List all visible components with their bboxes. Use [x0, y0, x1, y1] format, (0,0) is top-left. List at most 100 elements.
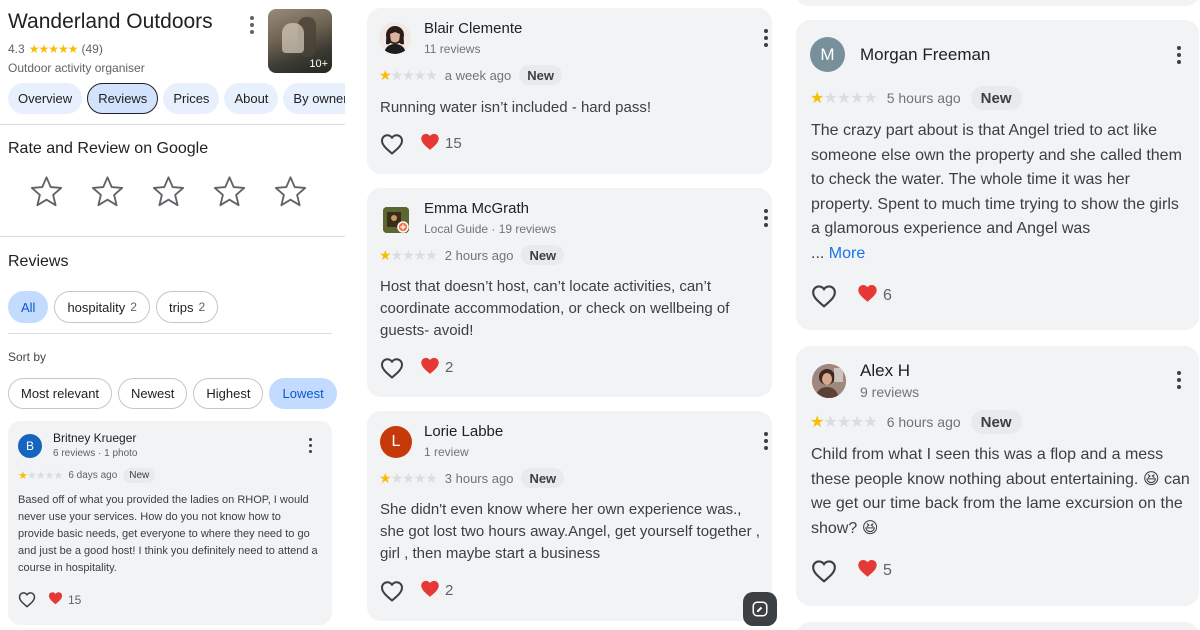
avatar[interactable] [812, 364, 846, 398]
rate-star-5-icon[interactable] [272, 173, 309, 210]
review-more-options-icon[interactable] [759, 208, 773, 228]
new-badge: New [521, 245, 565, 265]
reviewer-name[interactable]: Alex H [860, 361, 910, 381]
review-card: Alex H 9 reviews ★ ★★★★ 6 hours ago New C… [796, 346, 1199, 606]
heart-count: 2 [445, 582, 454, 599]
reviewer-meta: Local Guide · 19 reviews [424, 222, 557, 236]
more-link[interactable]: More [829, 245, 865, 262]
like-icon[interactable] [811, 559, 837, 583]
heart-count: 5 [883, 561, 892, 579]
review-text-block: The crazy part about is that Angel tried… [811, 119, 1189, 266]
review-rating: ★ ★★★★ 2 hours ago New [379, 245, 565, 265]
tab-overview[interactable]: Overview [8, 83, 83, 114]
review-more-options-icon[interactable] [1172, 370, 1186, 390]
filter-label: trips [168, 299, 194, 315]
sort-highest[interactable]: Highest [193, 378, 264, 409]
business-review-count[interactable]: (49) [81, 42, 102, 56]
feedback-icon [752, 601, 768, 617]
rating-stars: ★ ★★★★ [379, 469, 438, 486]
review-card: B Britney Krueger 6 reviews · 1 photo ★ ★… [8, 421, 332, 625]
review-more-options-icon[interactable] [759, 28, 773, 48]
review-more-options-icon[interactable] [1172, 45, 1186, 65]
rate-star-2-icon[interactable] [89, 173, 126, 210]
heart-reaction[interactable]: 6 [857, 283, 892, 308]
sort-options: Most relevant Newest Highest Lowest [8, 378, 337, 409]
avatar-letter: M [820, 44, 835, 64]
review-time: a week ago [444, 67, 512, 83]
reviewer-name[interactable]: Emma McGrath [424, 200, 529, 217]
review-text: Running water isn’t included - hard pass… [380, 99, 651, 116]
review-rating: ★ ★★★★ 6 days ago New [18, 468, 156, 483]
review-rating: ★ ★★★★ 5 hours ago New [810, 86, 1022, 110]
review-text: Child from what I seen this was a flop a… [811, 446, 1164, 488]
reviewer-name[interactable]: Britney Krueger [53, 431, 136, 445]
reviewer-meta: 9 reviews [860, 384, 920, 400]
like-icon[interactable] [811, 284, 837, 308]
review-text-block: Child from what I seen this was a flop a… [811, 443, 1191, 541]
filter-all[interactable]: All [8, 291, 49, 323]
business-rating-row: 4.3 ★★★★★ (49) [8, 42, 103, 56]
business-rating-stars: ★★★★★ [28, 42, 79, 56]
review-card-partial [796, 622, 1199, 630]
divider [8, 333, 332, 334]
tab-reviews[interactable]: Reviews [87, 83, 159, 114]
avatar[interactable]: L [380, 426, 412, 458]
heart-reaction[interactable]: 5 [857, 558, 892, 583]
heart-count: 6 [883, 286, 892, 304]
rating-stars: ★ ★★★★ [810, 90, 878, 107]
rate-star-4-icon[interactable] [211, 173, 248, 210]
feedback-button[interactable] [743, 592, 777, 626]
reviews-column-right: M Morgan Freeman ★ ★★★★ 5 hours ago New T… [785, 0, 1200, 630]
new-badge: New [970, 86, 1022, 110]
review-actions: 2 [380, 356, 453, 379]
rate-star-1-icon[interactable] [28, 173, 65, 210]
sort-lowest[interactable]: Lowest [269, 378, 337, 409]
heart-count: 2 [445, 359, 454, 376]
business-name: Wanderland Outdoors [8, 10, 213, 33]
heart-count: 15 [68, 592, 82, 607]
business-panel: Wanderland Outdoors 4.3 ★★★★★ (49) Outdo… [0, 0, 345, 630]
like-icon[interactable] [380, 580, 404, 602]
reviewer-meta: 1 review [424, 445, 469, 459]
like-icon[interactable] [18, 591, 36, 608]
reviewer-name[interactable]: Blair Clemente [424, 20, 522, 37]
business-photo[interactable]: 10+ [268, 9, 332, 73]
heart-icon [420, 579, 440, 602]
avatar-letter: B [25, 439, 34, 453]
heart-reaction[interactable]: 2 [420, 579, 453, 602]
sort-most-relevant[interactable]: Most relevant [8, 378, 113, 409]
avatar[interactable]: M [810, 37, 845, 72]
rate-star-3-icon[interactable] [150, 173, 187, 210]
rating-stars: ★ ★★★★ [379, 246, 438, 263]
filter-trips[interactable]: trips 2 [155, 291, 219, 323]
new-badge: New [123, 468, 156, 483]
tab-prices[interactable]: Prices [163, 83, 220, 114]
review-more-options-icon[interactable] [759, 431, 773, 451]
review-time: 6 days ago [68, 470, 118, 481]
heart-reaction[interactable]: 15 [48, 591, 81, 608]
rating-stars: ★ ★★★★ [18, 470, 63, 482]
sort-newest[interactable]: Newest [118, 378, 188, 409]
review-more-options-icon[interactable] [304, 437, 316, 453]
review-rating: ★ ★★★★ 6 hours ago New [810, 410, 1022, 434]
reviewer-name[interactable]: Morgan Freeman [860, 45, 990, 65]
review-card: L Lorie Labbe 1 review ★ ★★★★ 3 hours ago… [367, 411, 772, 621]
heart-icon [857, 283, 878, 308]
tab-by-owner[interactable]: By owner [283, 83, 345, 114]
review-time: 6 hours ago [886, 414, 961, 430]
avatar[interactable] [379, 22, 411, 54]
avatar[interactable]: B [18, 434, 42, 458]
filter-count: 2 [130, 300, 137, 314]
reviewer-name[interactable]: Lorie Labbe [424, 423, 503, 440]
heart-reaction[interactable]: 15 [420, 132, 462, 155]
tab-about[interactable]: About [224, 83, 279, 114]
business-more-options-icon[interactable] [244, 16, 260, 34]
rate-review-title: Rate and Review on Google [8, 140, 209, 157]
divider [0, 236, 345, 237]
filter-hospitality[interactable]: hospitality 2 [54, 291, 150, 323]
avatar[interactable] [383, 207, 409, 233]
heart-icon [857, 558, 878, 583]
heart-reaction[interactable]: 2 [420, 356, 453, 379]
like-icon[interactable] [380, 133, 404, 155]
like-icon[interactable] [380, 357, 404, 379]
